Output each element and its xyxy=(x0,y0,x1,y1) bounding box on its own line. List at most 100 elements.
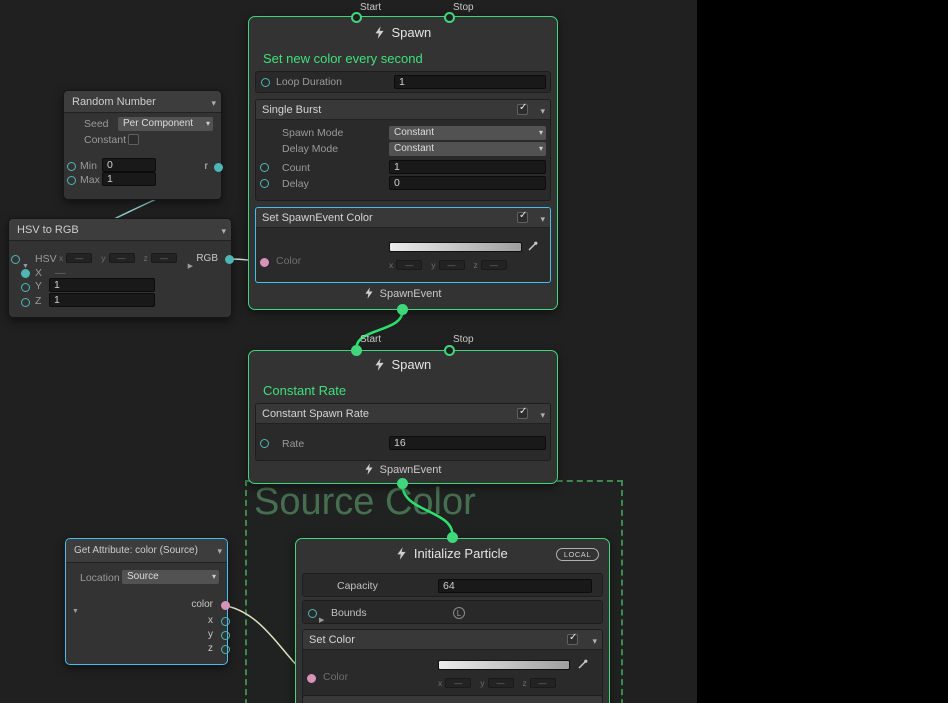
output-rgb-port[interactable] xyxy=(225,255,234,264)
node-hsv-to-rgb[interactable]: HSV to RGB HSV x— y— z— X — Y 1 Z 1 RGB xyxy=(8,218,232,318)
color-gradient-field[interactable] xyxy=(438,660,570,670)
y-port[interactable] xyxy=(21,283,30,292)
count-field[interactable]: 1 xyxy=(389,160,546,174)
vfx-graph-canvas[interactable]: Source Color Random Number Seed Per Comp… xyxy=(0,0,948,703)
single-burst-enabled-checkbox[interactable] xyxy=(517,104,528,115)
expander-icon[interactable] xyxy=(319,609,324,627)
hsv-port[interactable] xyxy=(11,255,20,264)
lightning-icon xyxy=(365,287,373,299)
node-title: Get Attribute: color (Source) xyxy=(66,539,227,563)
node-initialize-particle[interactable]: Initialize Particle LOCAL Capacity 64 Bo… xyxy=(295,538,610,703)
eyedropper-icon[interactable] xyxy=(578,659,588,669)
spawn2-stop-port[interactable] xyxy=(444,345,455,356)
color-gradient-field[interactable] xyxy=(389,242,522,252)
spawn2-spawnevent-port[interactable] xyxy=(397,478,408,489)
comp-y-field[interactable]: — xyxy=(488,678,514,688)
comp-y-field[interactable]: — xyxy=(109,253,135,263)
z-field[interactable]: 1 xyxy=(49,293,155,307)
x-port[interactable] xyxy=(21,269,30,278)
output-color-port[interactable] xyxy=(221,601,230,610)
wire-spawnevent-to-initialize[interactable] xyxy=(403,485,453,535)
output-z-label: z xyxy=(208,643,213,654)
loop-duration-port[interactable] xyxy=(261,78,270,87)
spawn1-start-port[interactable] xyxy=(351,12,362,23)
chevron-down-icon[interactable] xyxy=(540,99,545,122)
delay-port[interactable] xyxy=(260,179,269,188)
expander-icon[interactable] xyxy=(188,255,193,273)
node-spawn-rate[interactable]: Spawn Constant Rate Constant Spawn Rate … xyxy=(248,350,558,484)
set-color-enabled-checkbox[interactable] xyxy=(567,634,578,645)
output-y-port[interactable] xyxy=(221,631,230,640)
node-spawn-color[interactable]: Spawn Set new color every second Loop Du… xyxy=(248,16,558,310)
node-get-attribute-color[interactable]: Get Attribute: color (Source) Location S… xyxy=(65,538,228,665)
node-subtitle: Set new color every second xyxy=(263,51,423,66)
capacity-label: Capacity xyxy=(337,580,378,592)
min-field[interactable]: 0 xyxy=(102,158,156,172)
spawn1-spawnevent-port[interactable] xyxy=(397,304,408,315)
color-port[interactable] xyxy=(307,674,316,683)
rate-port[interactable] xyxy=(260,439,269,448)
initialize-input-port[interactable] xyxy=(447,532,458,543)
output-z-port[interactable] xyxy=(221,645,230,654)
lightning-icon xyxy=(397,547,406,560)
comp-z-field[interactable]: — xyxy=(151,253,177,263)
chevron-down-icon[interactable] xyxy=(221,219,226,242)
count-label: Count xyxy=(282,162,310,174)
eyedropper-icon[interactable] xyxy=(528,241,538,251)
bounds-label: Bounds xyxy=(331,607,367,619)
delay-mode-dropdown[interactable]: Constant xyxy=(389,142,546,156)
bounds-port[interactable] xyxy=(308,609,317,618)
side-panel xyxy=(697,0,948,703)
loop-duration-field[interactable]: 1 xyxy=(394,75,546,89)
output-x-label: x xyxy=(208,615,213,626)
count-port[interactable] xyxy=(260,163,269,172)
lightning-icon xyxy=(375,358,384,371)
min-port[interactable] xyxy=(67,162,76,171)
block-title: Set Color xyxy=(303,630,602,650)
output-r-port[interactable] xyxy=(214,163,223,172)
max-port[interactable] xyxy=(67,176,76,185)
chevron-down-icon[interactable] xyxy=(592,629,597,652)
bounds-link-badge[interactable]: L xyxy=(453,607,465,619)
comp-y-field[interactable]: — xyxy=(439,260,465,270)
delay-label: Delay xyxy=(282,178,309,190)
constant-spawn-rate-block[interactable]: Constant Spawn Rate Rate 16 xyxy=(255,403,551,461)
capacity-field[interactable]: 64 xyxy=(438,579,592,593)
single-burst-block[interactable]: Single Burst Spawn Mode Constant Delay M… xyxy=(255,99,551,201)
node-title: Random Number xyxy=(64,91,221,113)
expander-icon[interactable] xyxy=(72,600,79,618)
chevron-down-icon[interactable] xyxy=(211,91,216,114)
delay-field[interactable]: 0 xyxy=(389,176,546,190)
start-port-label: Start xyxy=(360,2,381,13)
z-port[interactable] xyxy=(21,298,30,307)
output-x-port[interactable] xyxy=(221,617,230,626)
spawn2-start-port[interactable] xyxy=(351,345,362,356)
spawn-mode-dropdown[interactable]: Constant xyxy=(389,126,546,140)
color-port[interactable] xyxy=(260,258,269,267)
spawn1-stop-port[interactable] xyxy=(444,12,455,23)
set-spawnevent-color-block[interactable]: Set SpawnEvent Color Color x— y— z— xyxy=(255,207,551,283)
delay-mode-label: Delay Mode xyxy=(282,143,338,155)
set-spawnevent-color-enabled-checkbox[interactable] xyxy=(517,212,528,223)
stop-port-label: Stop xyxy=(453,334,474,345)
spawn-mode-label: Spawn Mode xyxy=(282,127,343,139)
chevron-down-icon[interactable] xyxy=(217,539,222,562)
comp-x-field[interactable]: — xyxy=(396,260,422,270)
next-block-header-partial xyxy=(302,695,603,703)
chevron-down-icon[interactable] xyxy=(540,207,545,230)
node-random-number[interactable]: Random Number Seed Per Component Constan… xyxy=(63,90,222,200)
seed-dropdown[interactable]: Per Component xyxy=(118,117,213,131)
node-title: Spawn xyxy=(249,25,557,40)
location-dropdown[interactable]: Source xyxy=(122,570,219,584)
constant-spawn-rate-enabled-checkbox[interactable] xyxy=(517,408,528,419)
set-color-block[interactable]: Set Color Color x— y— z— xyxy=(302,629,603,703)
comp-x-field[interactable]: — xyxy=(445,678,471,688)
rate-field[interactable]: 16 xyxy=(389,436,546,450)
chevron-down-icon[interactable] xyxy=(540,403,545,426)
comp-z-field[interactable]: — xyxy=(530,678,556,688)
comp-z-field[interactable]: — xyxy=(481,260,507,270)
constant-checkbox[interactable] xyxy=(128,134,139,145)
comp-x-field[interactable]: — xyxy=(66,253,92,263)
max-field[interactable]: 1 xyxy=(102,172,156,186)
y-field[interactable]: 1 xyxy=(49,278,155,292)
